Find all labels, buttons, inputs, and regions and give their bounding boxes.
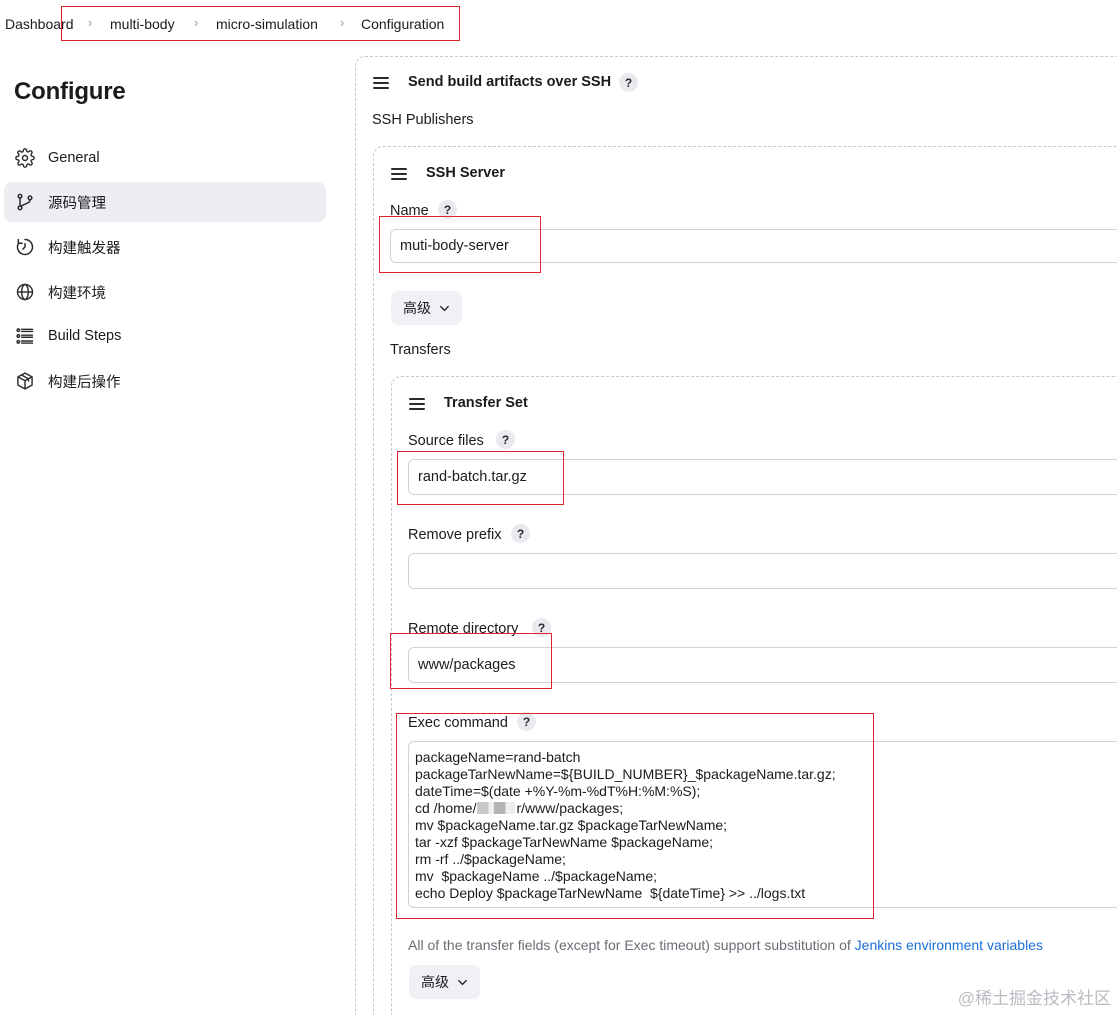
- sidebar-item-label: Build Steps: [48, 328, 122, 344]
- help-icon[interactable]: ?: [511, 524, 530, 543]
- remove-prefix-label: Remove prefix: [408, 527, 502, 543]
- sidebar-item-label: 构建环境: [48, 285, 106, 302]
- remote-directory-input[interactable]: [408, 647, 1117, 683]
- breadcrumb: Dashboard › multi-body › micro-simulatio…: [0, 0, 1117, 48]
- note-text: All of the transfer fields (except for E…: [408, 937, 855, 953]
- sidebar-item-label: 源码管理: [48, 195, 106, 212]
- chevron-down-icon: [440, 305, 449, 311]
- exec-line: rm -rf ../$packageName;: [415, 851, 566, 867]
- name-input[interactable]: [390, 229, 1117, 263]
- sidebar-item-label: General: [48, 150, 100, 166]
- advanced-label: 高级: [403, 300, 431, 316]
- clock-icon: [14, 236, 36, 258]
- jenkins-env-vars-link[interactable]: Jenkins environment variables: [855, 937, 1043, 953]
- remove-prefix-input[interactable]: [408, 553, 1117, 589]
- chevron-right-icon: ›: [194, 15, 199, 30]
- chevron-right-icon: ›: [340, 15, 345, 30]
- transfer-advanced-button[interactable]: 高级: [409, 965, 480, 999]
- exec-line: packageTarNewName=${BUILD_NUMBER}_$packa…: [415, 766, 836, 782]
- source-files-input[interactable]: [408, 459, 1117, 495]
- page-title: Configure: [14, 78, 126, 105]
- breadcrumb-micro-simulation[interactable]: micro-simulation: [216, 16, 318, 32]
- help-icon[interactable]: ?: [496, 430, 515, 449]
- help-icon[interactable]: ?: [517, 712, 536, 731]
- watermark: @稀土掘金技术社区: [957, 989, 1111, 1008]
- breadcrumb-configuration[interactable]: Configuration: [361, 16, 444, 32]
- globe-icon: [14, 281, 36, 303]
- ssh-server-title: SSH Server: [426, 165, 505, 181]
- exec-line: packageName=rand-batch: [415, 749, 581, 765]
- remote-directory-label: Remote directory: [408, 621, 519, 637]
- name-label: Name: [390, 203, 429, 219]
- sidebar-item-label: 构建后操作: [48, 374, 121, 391]
- help-icon[interactable]: ?: [619, 73, 638, 92]
- package-icon: [14, 370, 36, 392]
- transfer-set-title: Transfer Set: [444, 395, 528, 411]
- exec-line: cd /home/r/www/packages;: [415, 800, 1114, 817]
- ssh-publishers-label: SSH Publishers: [372, 112, 474, 128]
- sidebar-item-build-environment[interactable]: 构建环境: [4, 272, 326, 312]
- chevron-down-icon: [458, 979, 467, 985]
- breadcrumb-multi-body[interactable]: multi-body: [110, 16, 175, 32]
- substitution-note: All of the transfer fields (except for E…: [408, 937, 1043, 953]
- breadcrumb-dashboard[interactable]: Dashboard: [5, 16, 74, 32]
- exec-cd-prefix: cd /home/: [415, 800, 477, 816]
- sidebar-item-post-build-actions[interactable]: 构建后操作: [4, 361, 326, 401]
- chevron-right-icon: ›: [88, 15, 93, 30]
- sidebar-item-source-control[interactable]: 源码管理: [4, 182, 326, 222]
- exec-line: mv $packageName ../$packageName;: [415, 868, 658, 884]
- sidebar-item-label: 构建触发器: [48, 240, 121, 257]
- help-icon[interactable]: ?: [438, 200, 457, 219]
- transfers-label: Transfers: [390, 342, 451, 358]
- sidebar-item-general[interactable]: General: [4, 138, 326, 178]
- help-icon[interactable]: ?: [532, 618, 551, 637]
- source-files-label: Source files: [408, 433, 484, 449]
- exec-line: tar -xzf $packageTarNewName $packageName…: [415, 834, 714, 850]
- exec-command-label: Exec command: [408, 715, 508, 731]
- sidebar-item-build-triggers[interactable]: 构建触发器: [4, 227, 326, 267]
- advanced-label: 高级: [421, 974, 449, 990]
- drag-handle-icon[interactable]: [409, 398, 425, 410]
- exec-cd-path: r/www/packages;: [516, 800, 624, 816]
- advanced-button[interactable]: 高级: [391, 291, 462, 325]
- sidebar-item-build-steps[interactable]: Build Steps: [4, 316, 326, 356]
- branch-icon: [14, 191, 36, 213]
- section-title: Send build artifacts over SSH: [408, 74, 612, 90]
- drag-handle-icon[interactable]: [391, 168, 407, 180]
- exec-line: dateTime=$(date +%Y-%m-%dT%H:%M:%S);: [415, 783, 701, 799]
- exec-command-textarea[interactable]: packageName=rand-batch packageTarNewName=…: [408, 741, 1117, 908]
- gear-icon: [14, 147, 36, 169]
- drag-handle-icon[interactable]: [373, 77, 389, 89]
- redacted-text: [477, 802, 516, 814]
- list-icon: [14, 325, 36, 347]
- exec-line: echo Deploy $packageTarNewName ${dateTim…: [415, 885, 806, 901]
- exec-line: mv $packageName.tar.gz $packageTarNewNam…: [415, 817, 728, 833]
